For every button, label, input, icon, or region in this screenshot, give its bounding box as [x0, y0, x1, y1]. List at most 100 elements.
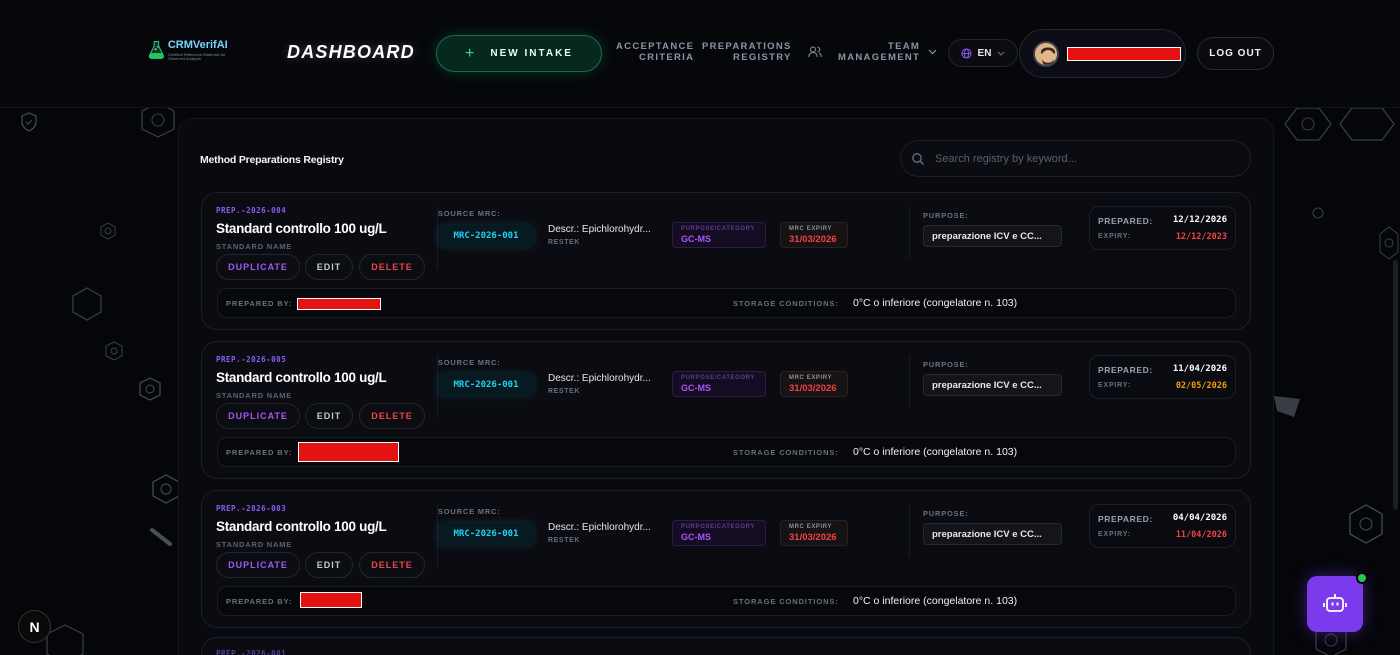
expiry-date: 11/04/2026	[1175, 530, 1227, 540]
scrollbar[interactable]	[1393, 260, 1398, 510]
category-label: PURPOSE/CATEGORY	[681, 524, 755, 530]
prep-id: PREP.-2026-005	[216, 355, 287, 364]
standard-name-label: STANDARD NAME	[216, 391, 293, 400]
mrc-expiry-label: MRC EXPIRY	[789, 226, 833, 232]
source-mrc-link[interactable]: MRC-2026-001	[438, 225, 534, 247]
category-value: GC-MS	[681, 383, 711, 393]
mrc-description: Descr.: Epichlorohydr...	[548, 224, 651, 235]
hexagon-decoration	[1339, 107, 1395, 141]
new-intake-button[interactable]: + NEW INTAKE	[436, 35, 602, 72]
mrc-expiry-value: 31/03/2026	[789, 532, 837, 543]
nav-acceptance-criteria[interactable]: ACCEPTANCE CRITERIA	[616, 41, 694, 63]
delete-button[interactable]: DELETE	[359, 552, 425, 578]
nav-label-line: REGISTRY	[733, 52, 792, 63]
expiry-date: 12/12/2023	[1175, 232, 1227, 242]
chevron-down-icon	[998, 51, 1005, 56]
delete-button[interactable]: DELETE	[359, 403, 425, 429]
pill-decoration	[150, 528, 172, 546]
mrc-expiry-label: MRC EXPIRY	[789, 524, 833, 530]
storage-value: 0°C o inferiore (congelatore n. 103)	[853, 446, 1018, 458]
hexagon-decoration	[105, 341, 123, 361]
edit-button[interactable]: EDIT	[305, 254, 353, 280]
logout-button[interactable]: LOG OUT	[1197, 37, 1274, 70]
next-badge-button[interactable]: N	[18, 610, 51, 643]
category-label: PURPOSE/CATEGORY	[681, 375, 755, 381]
mrc-expiry-chip: MRC EXPIRY 31/03/2026	[780, 222, 848, 248]
hexagon-decoration	[1284, 107, 1332, 141]
source-mrc-link[interactable]: MRC-2026-001	[438, 523, 534, 545]
preparation-card: PREP.-2026-003 Standard controllo 100 ug…	[201, 490, 1251, 628]
duplicate-button[interactable]: DUPLICATE	[216, 403, 300, 429]
flask-logo-icon	[148, 41, 164, 59]
user-profile-menu[interactable]	[1019, 29, 1186, 78]
prepared-by-label: PREPARED BY:	[226, 448, 293, 457]
hexagon-decoration	[139, 377, 161, 401]
hexagon-decoration	[100, 222, 116, 240]
shard-decoration	[1274, 396, 1300, 417]
supplier: RESTEK	[548, 239, 580, 246]
search-input[interactable]	[935, 152, 1250, 165]
hexagon-decoration	[152, 474, 180, 504]
card-footer: PREPARED BY: STORAGE CONDITIONS: 0°C o i…	[217, 586, 1236, 616]
standard-name: Standard controllo 100 ug/L	[216, 519, 387, 534]
chevron-down-icon	[928, 49, 937, 55]
logo-wordmark: CRMVerifAI Certified Reference Materials…	[167, 38, 228, 61]
nav-label-line: ACCEPTANCE	[616, 41, 695, 52]
purpose-value: preparazione ICV e CC...	[923, 225, 1062, 247]
storage-label: STORAGE CONDITIONS:	[733, 597, 839, 606]
dashboard-title[interactable]: DASHBOARD	[287, 42, 415, 63]
duplicate-button[interactable]: DUPLICATE	[216, 254, 300, 280]
prep-id: PREP.-2026-004	[216, 206, 287, 215]
expiry-date: 02/05/2026	[1175, 381, 1227, 391]
app-logo[interactable]: CRMVerifAI Certified Reference Materials…	[148, 36, 238, 64]
edit-button[interactable]: EDIT	[305, 552, 353, 578]
hexagon-decoration	[72, 287, 102, 321]
dates-box: PREPARED: 11/04/2026 EXPIRY: 02/05/2026	[1089, 355, 1236, 399]
expiry-label: EXPIRY:	[1098, 531, 1131, 538]
edit-button[interactable]: EDIT	[305, 403, 353, 429]
prepared-by-label: PREPARED BY:	[226, 299, 293, 308]
nav-label-line: MANAGEMENT	[838, 52, 921, 63]
category-chip: PURPOSE/CATEGORY GC-MS	[672, 222, 766, 248]
nav-team-management[interactable]: TEAM MANAGEMENT	[808, 41, 937, 63]
prep-id: PREP.-2026-003	[216, 504, 287, 513]
redacted-preparer	[300, 592, 362, 608]
source-mrc-label: SOURCE MRC:	[438, 209, 501, 218]
purpose-value: preparazione ICV e CC...	[923, 523, 1062, 545]
standard-name: Standard controllo 100 ug/L	[216, 221, 387, 236]
category-value: GC-MS	[681, 532, 711, 542]
storage-label: STORAGE CONDITIONS:	[733, 299, 839, 308]
team-label: TEAM MANAGEMENT	[838, 41, 920, 63]
redacted-preparer	[298, 442, 399, 462]
nav-preparations-registry[interactable]: PREPARATIONS REGISTRY	[702, 41, 792, 63]
standard-name-label: STANDARD NAME	[216, 242, 293, 251]
category-value: GC-MS	[681, 234, 711, 244]
circle-decoration	[1312, 207, 1324, 219]
mrc-expiry-value: 31/03/2026	[789, 383, 837, 394]
redacted-preparer	[297, 298, 381, 310]
divider	[909, 505, 910, 557]
divider	[909, 356, 910, 408]
prepared-label: PREPARED:	[1098, 514, 1153, 524]
assistant-bot-button[interactable]	[1307, 572, 1368, 632]
online-status-dot	[1356, 572, 1368, 584]
robot-icon	[1323, 594, 1347, 612]
avatar	[1033, 40, 1059, 67]
language-code: EN	[977, 47, 992, 59]
card-footer: PREPARED BY: STORAGE CONDITIONS: 0°C o i…	[217, 437, 1236, 467]
prepared-date: 11/04/2026	[1172, 364, 1227, 374]
delete-button[interactable]: DELETE	[359, 254, 425, 280]
language-selector[interactable]: EN	[948, 39, 1018, 67]
hexagon-decoration	[1379, 226, 1399, 260]
redacted-user-name	[1067, 46, 1181, 61]
source-mrc-link[interactable]: MRC-2026-001	[438, 374, 534, 396]
source-mrc-label: SOURCE MRC:	[438, 507, 501, 516]
prep-id: PREP.-2026-001	[216, 649, 287, 655]
storage-value: 0°C o inferiore (congelatore n. 103)	[853, 595, 1018, 607]
prepared-label: PREPARED:	[1098, 216, 1153, 226]
source-mrc-label: SOURCE MRC:	[438, 358, 501, 367]
card-footer: PREPARED BY: STORAGE CONDITIONS: 0°C o i…	[217, 288, 1236, 318]
mrc-expiry-chip: MRC EXPIRY 31/03/2026	[780, 520, 848, 546]
registry-title: Method Preparations Registry	[200, 154, 344, 166]
duplicate-button[interactable]: DUPLICATE	[216, 552, 300, 578]
